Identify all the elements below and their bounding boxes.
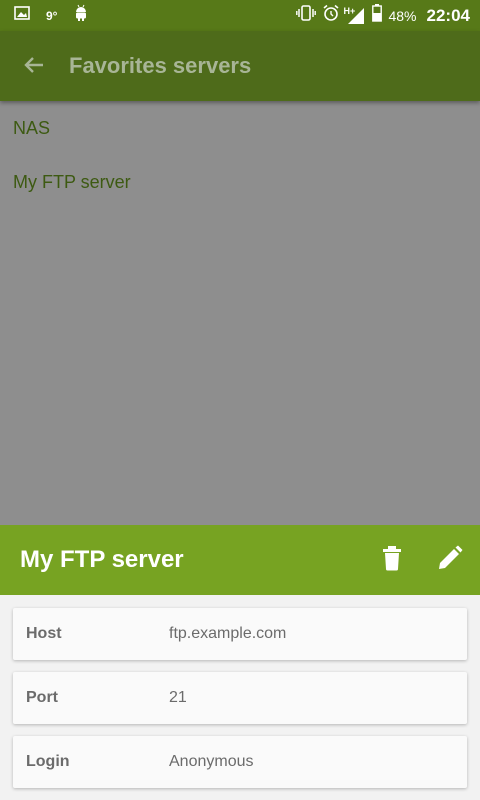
port-label: Port [26, 689, 58, 706]
gallery-icon [14, 6, 30, 25]
battery-icon [372, 4, 383, 27]
vibrate-icon [296, 5, 317, 26]
back-button[interactable] [20, 53, 48, 81]
temperature-text: 9° [46, 8, 58, 23]
host-label: Host [26, 625, 62, 642]
clock-text: 22:04 [426, 5, 470, 25]
pencil-icon [437, 545, 463, 576]
network-type-text: H+ [343, 5, 356, 16]
login-value: Anonymous [169, 753, 254, 770]
host-row: Host ftp.example.com [13, 608, 467, 660]
favorites-list: NAS My FTP server [0, 101, 480, 209]
trash-icon [381, 545, 403, 576]
port-value: 21 [169, 689, 187, 706]
edit-button[interactable] [436, 545, 464, 576]
page-title: Favorites servers [69, 53, 252, 78]
app-toolbar: Favorites servers [0, 31, 480, 101]
battery-percent-text: 48% [388, 7, 417, 24]
login-label: Login [26, 753, 70, 770]
server-details-sheet: My FTP server Host ftp.example.com Port … [0, 525, 480, 800]
delete-button[interactable] [378, 545, 406, 576]
sheet-title: My FTP server [20, 546, 184, 573]
login-row: Login Anonymous [13, 736, 467, 788]
sheet-header: My FTP server [0, 525, 480, 595]
arrow-left-icon [22, 53, 46, 82]
status-bar-left: 9° [14, 0, 89, 31]
list-item[interactable]: My FTP server [0, 155, 480, 209]
status-bar: 9° H+ 48% 22:04 [0, 0, 480, 31]
port-row: Port 21 [13, 672, 467, 724]
alarm-icon [322, 4, 340, 27]
status-bar-right: H+ 48% 22:04 [296, 0, 470, 31]
host-value: ftp.example.com [169, 625, 287, 642]
signal-icon: H+ [343, 5, 366, 25]
list-item[interactable]: NAS [0, 101, 480, 155]
android-icon [73, 4, 89, 27]
